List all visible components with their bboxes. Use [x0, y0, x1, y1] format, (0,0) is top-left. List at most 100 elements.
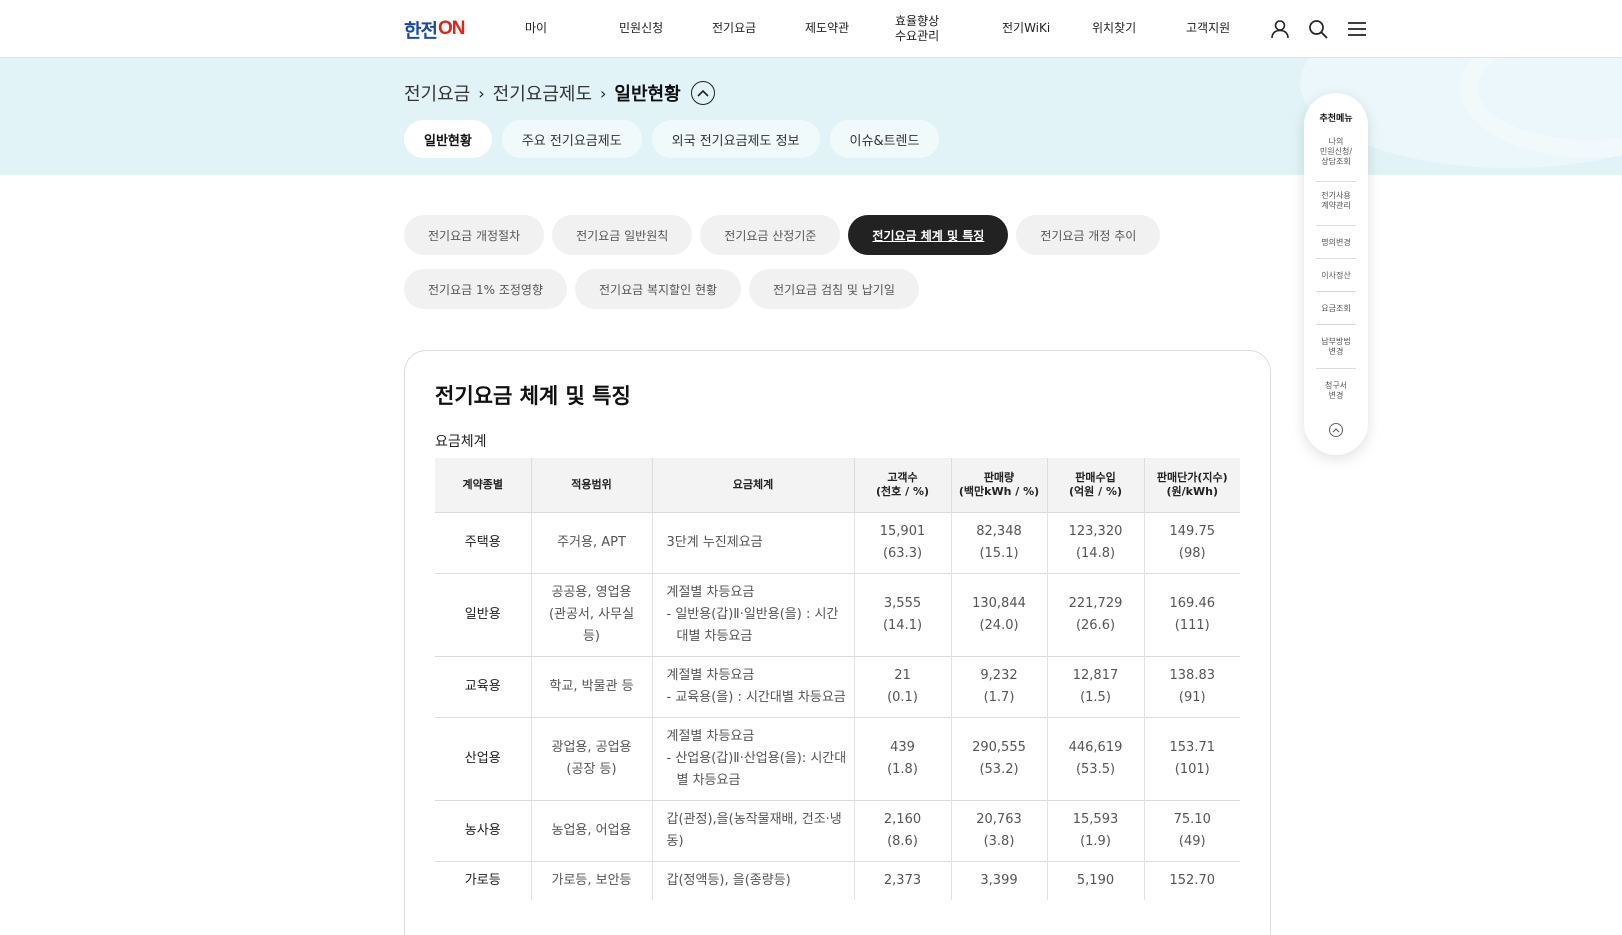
nav-my[interactable]: 마이 — [525, 21, 547, 36]
revenue-value: 12,817 — [1072, 667, 1119, 683]
scope-text: 공공용, 영업용 (관공서, 사무실 등) — [548, 584, 635, 644]
revenue-share: (14.8) — [1075, 545, 1116, 561]
tab-main-rate-system[interactable]: 주요 전기요금제도 — [501, 120, 642, 158]
price-share: (98) — [1178, 545, 1206, 561]
scope-text: 학교, 박물관 등 — [549, 678, 634, 694]
tab-issues-trends[interactable]: 이슈&트렌드 — [829, 120, 940, 158]
recommended-menu-title: 추천메뉴 — [1319, 114, 1353, 124]
search-icon[interactable] — [1307, 18, 1329, 40]
cell-revenue: 5,190 — [1046, 860, 1144, 900]
scope-text: 광업용, 공업용 (공장 등) — [551, 739, 632, 777]
cell-customers: 2,373 — [853, 860, 951, 900]
contract-type-text: 일반용 — [464, 606, 501, 622]
cell-scope: 공공용, 영업용 (관공서, 사무실 등) — [530, 572, 652, 656]
subtab-calculation-criteria[interactable]: 전기요금 산정기준 — [700, 215, 841, 255]
fm-moving-settlement[interactable]: 이사정산 — [1310, 271, 1362, 281]
cell-rate-system: 갑(관정),을(농작물재배, 건조·냉동) — [651, 799, 854, 861]
divider — [1316, 324, 1356, 325]
scope-text: 주거용, APT — [557, 534, 626, 550]
col-rate-system: 요금체계 — [651, 458, 854, 512]
contract-type-text: 가로등 — [464, 872, 501, 888]
tab-foreign-rate-info[interactable]: 외국 전기요금제도 정보 — [651, 120, 820, 158]
nav-efficiency-demand[interactable]: 효율향상 수요관리 — [895, 14, 939, 44]
col-unit-price: 판매단가(지수) (원/kWh) — [1143, 458, 1240, 512]
price-value: 169.46 — [1169, 595, 1216, 611]
cell-contract-type: 가로등 — [435, 860, 531, 900]
nav-civil-request[interactable]: 민원신청 — [619, 21, 663, 36]
rate-system-line: - 산업용(갑)Ⅱ·산업용(을): 시간대별 차등요금 — [666, 750, 847, 788]
breadcrumb-current: 일반현황 — [614, 84, 681, 105]
col-customers: 고객수 (천호 / %) — [853, 458, 951, 512]
nav-location[interactable]: 위치찾기 — [1092, 21, 1136, 36]
customers-value: 3,555 — [883, 595, 922, 611]
sales-share: (53.2) — [979, 761, 1019, 777]
cell-revenue: 221,729 (26.6) — [1046, 572, 1144, 656]
revenue-value: 446,619 — [1068, 739, 1123, 755]
price-value: 75.10 — [1173, 811, 1211, 827]
customers-value: 21 — [894, 667, 911, 683]
subtab-general-principles[interactable]: 전기요금 일반원칙 — [552, 215, 693, 255]
col-contract-type: 계약종별 — [435, 458, 531, 512]
cell-sales: 3,399 — [950, 860, 1047, 900]
sales-value: 20,763 — [976, 811, 1022, 827]
breadcrumb-item[interactable]: 전기요금 — [404, 80, 470, 106]
cell-rate-system: 3단계 누진제요금 — [651, 511, 854, 573]
breadcrumb: 전기요금 › 전기요금제도 › 일반현황 — [404, 80, 715, 106]
fm-my-requests[interactable]: 나의 민원신청/ 상담조회 — [1310, 137, 1362, 167]
tab-general-status[interactable]: 일반현황 — [404, 120, 492, 158]
nav-customer-support[interactable]: 고객지원 — [1186, 21, 1230, 36]
page-title: 전기요금 체계 및 특징 — [435, 384, 631, 408]
cell-contract-type: 일반용 — [435, 572, 531, 656]
cell-rate-system: 갑(정액등), 을(종량등) — [651, 860, 854, 900]
fm-invoice-change[interactable]: 청구서 변경 — [1310, 381, 1362, 401]
user-icon[interactable] — [1269, 18, 1291, 40]
sub-tabs: 전기요금 개정절차 전기요금 일반원칙 전기요금 산정기준 전기요금 체계 및 … — [404, 215, 1164, 309]
content-card: 전기요금 체계 및 특징 요금체계 계약종별 적용범위 요금체계 고객수 (천호… — [404, 350, 1271, 935]
cell-scope: 가로등, 보안등 — [530, 860, 652, 900]
nav-terms[interactable]: 제도약관 — [805, 21, 849, 36]
fm-payment-method[interactable]: 납부방법 변경 — [1310, 337, 1362, 357]
section-label: 요금체계 — [435, 434, 487, 450]
revenue-value: 221,729 — [1068, 595, 1123, 611]
rate-system-line: 갑(정액등), 을(종량등) — [666, 872, 791, 888]
revenue-share: (1.9) — [1080, 833, 1111, 849]
divider — [1316, 368, 1356, 369]
customers-value: 15,901 — [879, 523, 926, 539]
chevron-right-icon: › — [478, 83, 485, 103]
rate-system-line: 3단계 누진제요금 — [666, 534, 763, 550]
table-row: 일반용 공공용, 영업용 (관공서, 사무실 등) 계절별 차등요금 - 일반용(갑)… — [435, 572, 1240, 656]
rate-system-line: - 일반용(갑)Ⅱ·일반용(을) : 시간대별 차등요금 — [666, 606, 839, 644]
chevron-up-icon[interactable] — [690, 81, 715, 105]
fm-bill-inquiry[interactable]: 요금조회 — [1310, 304, 1362, 314]
menu-icon[interactable] — [1346, 18, 1368, 40]
kepco-on-logo[interactable]: 한전 ON — [404, 18, 465, 42]
subtab-adjustment-impact[interactable]: 전기요금 1% 조정영향 — [404, 269, 567, 309]
sales-value: 290,555 — [972, 739, 1026, 755]
cell-contract-type: 농사용 — [435, 799, 531, 861]
breadcrumb-item[interactable]: 전기요금제도 — [493, 80, 592, 106]
sales-share: (15.1) — [979, 545, 1019, 561]
cell-revenue: 446,619 (53.5) — [1046, 716, 1144, 800]
fm-name-change[interactable]: 명의변경 — [1310, 238, 1362, 248]
col-sales-revenue: 판매수입 (억원 / %) — [1046, 458, 1144, 512]
scroll-top-icon[interactable] — [1329, 423, 1343, 437]
subtab-welfare-discount[interactable]: 전기요금 복지할인 현황 — [575, 269, 742, 309]
nav-electric-wiki[interactable]: 전기WiKi — [1002, 21, 1050, 36]
top-header: 한전 ON 마이 민원신청 전기요금 제도약관 효율향상 수요관리 전기WiKi… — [0, 0, 1622, 58]
revenue-value: 5,190 — [1076, 872, 1115, 888]
nav-electric-rates[interactable]: 전기요금 — [712, 21, 756, 36]
contract-type-text: 주택용 — [464, 534, 501, 550]
scope-text: 가로등, 보안등 — [551, 872, 632, 888]
cell-price: 153.71 (101) — [1143, 716, 1240, 800]
subtab-meter-reading-due-date[interactable]: 전기요금 검침 및 납기일 — [749, 269, 919, 309]
subtab-revision-trend[interactable]: 전기요금 개정 추이 — [1016, 215, 1161, 255]
price-share: (111) — [1174, 617, 1210, 633]
fm-contract-management[interactable]: 전기사용 계약관리 — [1310, 191, 1362, 211]
sales-value: 130,844 — [972, 595, 1026, 611]
sales-value: 82,348 — [976, 523, 1022, 539]
subtab-structure-features[interactable]: 전기요금 체계 및 특징 — [848, 215, 1009, 255]
customers-share: (0.1) — [887, 689, 918, 705]
rate-system-line: 갑(관정),을(농작물재배, 건조·냉동) — [666, 811, 842, 849]
subtab-revision-procedure[interactable]: 전기요금 개정절차 — [404, 215, 545, 255]
contract-type-text: 교육용 — [464, 678, 501, 694]
